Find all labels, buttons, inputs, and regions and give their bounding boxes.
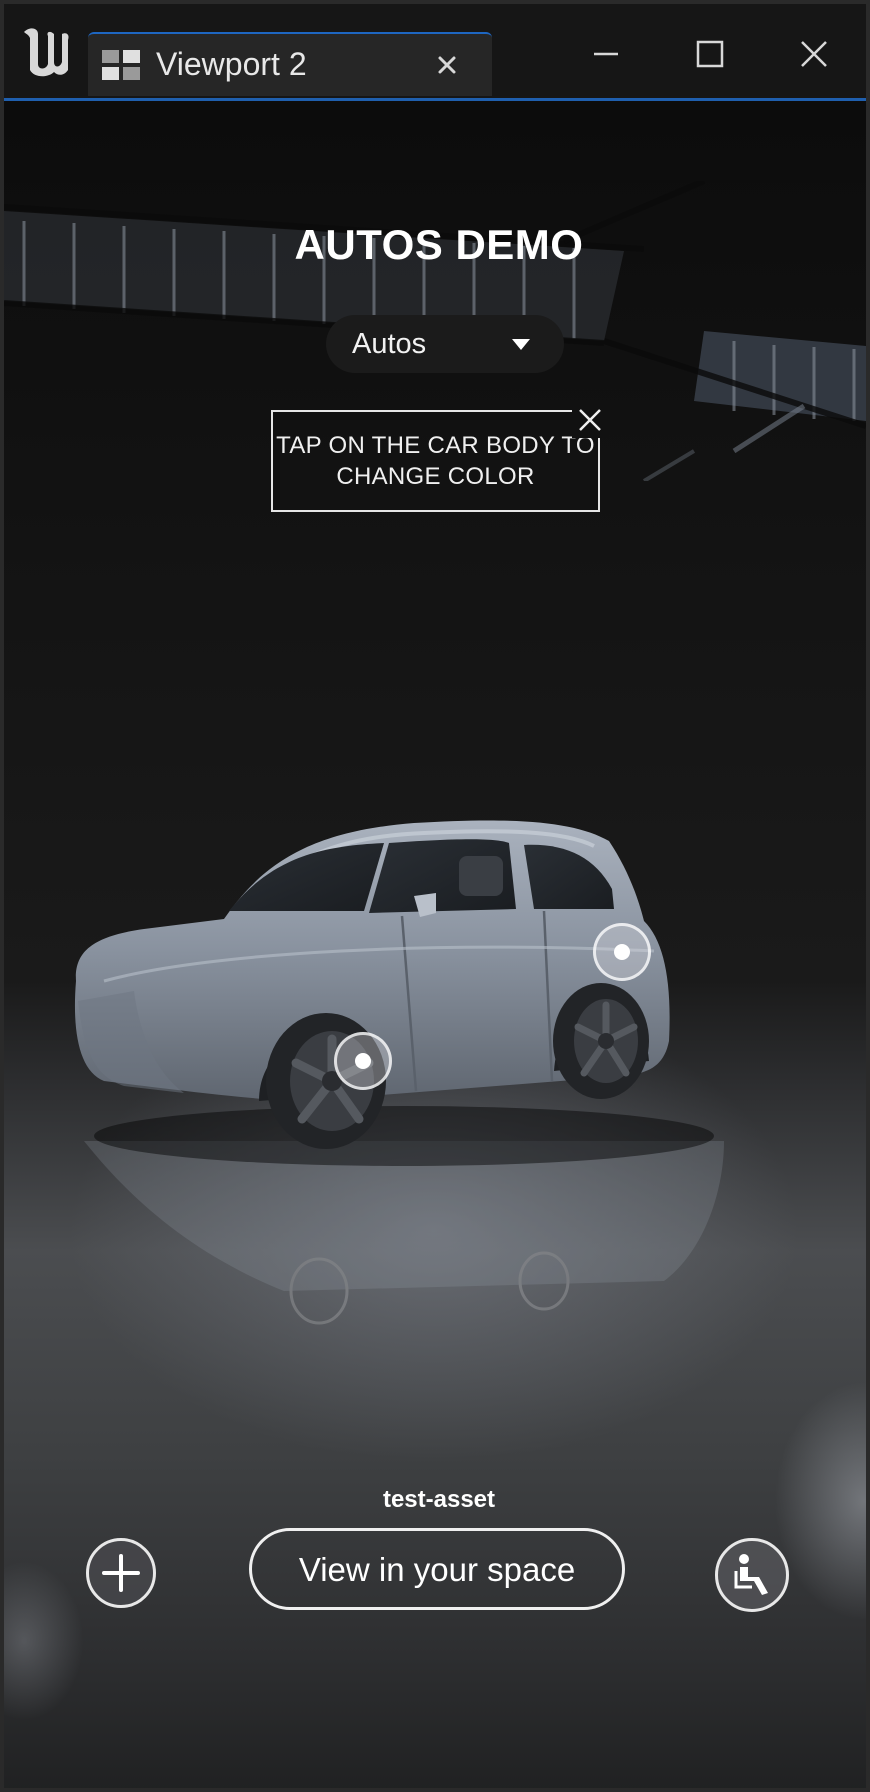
car-body[interactable] bbox=[64, 801, 744, 1181]
close-window-button[interactable] bbox=[788, 28, 840, 80]
category-dropdown[interactable]: Autos bbox=[326, 315, 564, 373]
title-bar: Viewport 2 bbox=[4, 4, 866, 101]
door-hotspot-rear[interactable] bbox=[593, 923, 651, 981]
app-window: Viewport 2 AUTOS DEMO Autos TAP ON THE C… bbox=[0, 0, 870, 1792]
interior-view-button[interactable] bbox=[715, 1538, 789, 1612]
unreal-engine-logo-icon bbox=[24, 28, 69, 77]
view-in-your-space-button[interactable]: View in your space bbox=[249, 1528, 625, 1610]
asset-name-label: test-asset bbox=[382, 1486, 496, 1513]
hint-text: TAP ON THE CAR BODY TO CHANGE COLOR bbox=[276, 432, 595, 490]
dropdown-selected-value: Autos bbox=[352, 328, 427, 360]
minimize-button[interactable] bbox=[580, 28, 632, 80]
floor-light-glow-left bbox=[4, 1561, 84, 1721]
add-button[interactable] bbox=[86, 1538, 156, 1608]
tab-label: Viewport 2 bbox=[156, 46, 307, 82]
caret-down-icon bbox=[512, 339, 530, 350]
wheel-hotspot-front[interactable] bbox=[334, 1032, 392, 1090]
tab-viewport-2[interactable]: Viewport 2 bbox=[88, 32, 492, 96]
hint-tooltip: TAP ON THE CAR BODY TO CHANGE COLOR bbox=[271, 410, 600, 512]
viewport-scene[interactable]: AUTOS DEMO Autos TAP ON THE CAR BODY TO … bbox=[4, 101, 866, 1788]
viewport-layout-icon bbox=[102, 50, 140, 80]
plus-icon bbox=[102, 1554, 140, 1592]
page-title: AUTOS DEMO bbox=[294, 221, 584, 268]
seat-interior-icon bbox=[734, 1554, 768, 1595]
view-button-label: View in your space bbox=[298, 1551, 576, 1588]
close-tab-icon[interactable] bbox=[430, 48, 464, 82]
maximize-button[interactable] bbox=[684, 28, 736, 80]
close-hint-icon[interactable] bbox=[572, 402, 608, 438]
